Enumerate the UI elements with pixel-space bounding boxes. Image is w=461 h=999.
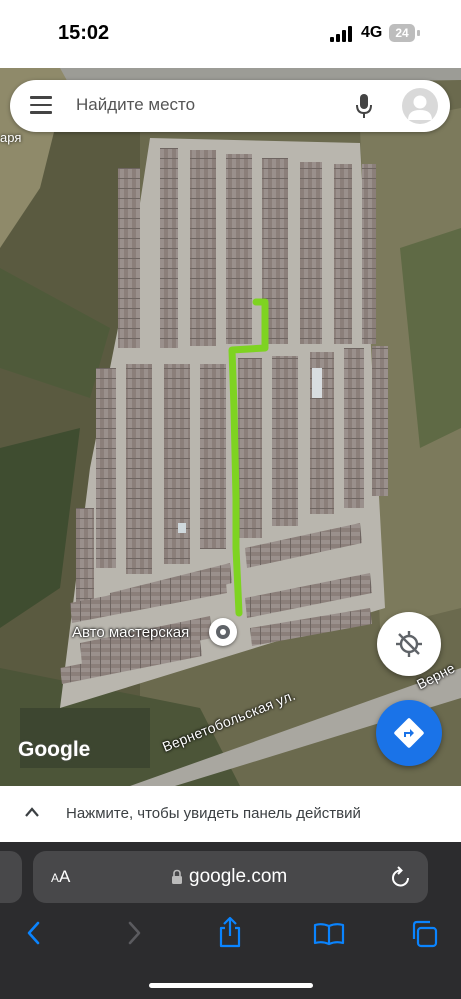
home-indicator[interactable] xyxy=(149,983,313,988)
action-panel-text[interactable]: Нажмите, чтобы увидеть панель действий xyxy=(66,805,361,822)
map-imagery xyxy=(0,68,461,786)
share-icon[interactable] xyxy=(216,916,244,948)
status-bar: 15:02 4G 24 xyxy=(0,0,461,68)
tabs-icon[interactable] xyxy=(410,920,440,948)
place-pin[interactable] xyxy=(209,618,237,646)
directions-icon xyxy=(394,718,424,748)
signal-icon xyxy=(330,26,352,42)
browser-toolbar: AA google.com xyxy=(0,842,461,999)
map-partial-label: аря xyxy=(0,130,22,145)
previous-tab-preview[interactable] xyxy=(0,851,22,903)
bottom-toolbar xyxy=(0,914,461,958)
pin-label[interactable]: Авто мастерская xyxy=(72,624,189,641)
reader-button[interactable]: AA xyxy=(51,867,70,887)
battery-icon: 24 xyxy=(389,24,421,42)
battery-level: 24 xyxy=(389,24,415,42)
satellite-map[interactable]: аря Авто мастерская Вернетобольская ул. … xyxy=(0,68,461,786)
search-input[interactable]: Найдите место xyxy=(76,95,195,115)
bookmarks-icon[interactable] xyxy=(313,922,345,946)
lock-icon xyxy=(172,869,182,884)
forward-icon[interactable] xyxy=(124,920,144,946)
my-location-button[interactable] xyxy=(377,612,441,676)
directions-button[interactable] xyxy=(376,700,442,766)
menu-icon[interactable] xyxy=(30,96,54,116)
action-panel[interactable]: Нажмите, чтобы увидеть панель действий xyxy=(0,786,461,842)
back-icon[interactable] xyxy=(24,920,44,946)
reload-icon[interactable] xyxy=(390,865,412,889)
url-text[interactable]: google.com xyxy=(189,866,287,888)
google-logo: Google xyxy=(18,738,91,761)
reader-small-a: A xyxy=(51,871,60,885)
reader-big-a: A xyxy=(59,867,71,886)
address-bar[interactable]: AA google.com xyxy=(33,851,428,903)
status-time: 15:02 xyxy=(58,22,110,44)
avatar-icon xyxy=(408,95,432,120)
search-bar[interactable]: Найдите место xyxy=(10,80,450,132)
mic-icon[interactable] xyxy=(355,93,373,119)
network-type: 4G xyxy=(361,24,383,41)
chevron-up-icon[interactable] xyxy=(24,806,40,818)
avatar[interactable] xyxy=(402,88,438,124)
location-icon xyxy=(396,631,422,657)
